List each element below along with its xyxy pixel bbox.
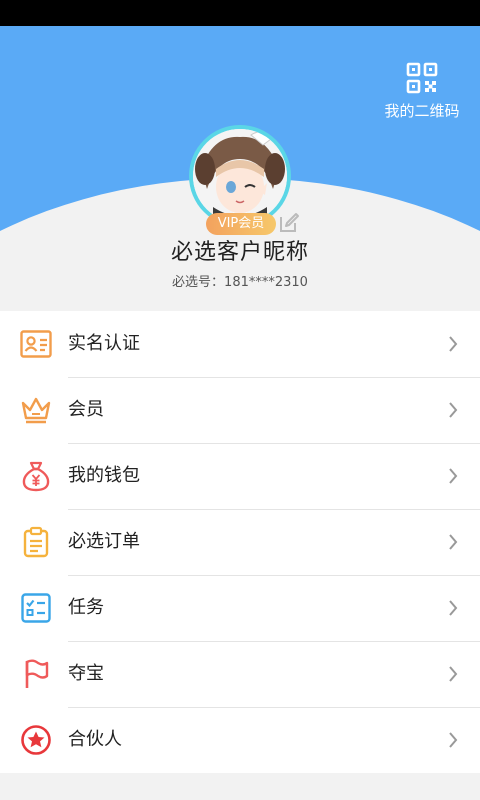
my-qr-code-button[interactable]: 我的二维码: [382, 62, 462, 121]
money-bag-icon: [22, 461, 50, 492]
menu-item-treasure-hunt[interactable]: 夺宝: [0, 641, 480, 707]
menu-item-label: 合伙人: [68, 729, 122, 750]
chevron-right-icon: [449, 600, 458, 616]
menu-item-orders[interactable]: 必选订单: [0, 509, 480, 575]
menu-item-label: 任务: [68, 597, 104, 618]
qr-code-icon: [406, 62, 438, 94]
vip-member-badge: VIP会员: [206, 213, 276, 235]
menu-item-my-wallet[interactable]: 我的钱包: [0, 443, 480, 509]
id-card-icon: [20, 330, 52, 358]
chevron-right-icon: [449, 402, 458, 418]
crown-icon: [21, 397, 51, 424]
menu-list: 实名认证 会员 我的钱包 必选订单 任务 夺宝 合伙人: [0, 311, 480, 773]
chevron-right-icon: [449, 732, 458, 748]
chevron-right-icon: [449, 468, 458, 484]
avatar-image: [193, 129, 287, 223]
star-badge-icon: [21, 725, 51, 755]
user-nickname: 必选客户昵称: [170, 240, 309, 265]
menu-item-label: 实名认证: [68, 333, 140, 354]
menu-item-label: 必选订单: [68, 531, 140, 552]
menu-item-label: 会员: [68, 399, 104, 420]
flag-icon: [25, 659, 49, 688]
edit-icon[interactable]: [278, 212, 300, 234]
menu-item-membership[interactable]: 会员: [0, 377, 480, 443]
clipboard-icon: [23, 526, 49, 558]
chevron-right-icon: [449, 534, 458, 550]
avatar[interactable]: [189, 125, 291, 227]
account-id: 必选号：181****2310: [172, 275, 308, 290]
menu-item-real-name-verification[interactable]: 实名认证: [0, 311, 480, 377]
menu-item-label: 夺宝: [68, 663, 104, 684]
status-bar: [0, 0, 480, 26]
menu-item-label: 我的钱包: [68, 465, 140, 486]
chevron-right-icon: [449, 336, 458, 352]
chevron-right-icon: [449, 666, 458, 682]
my-qr-code-label: 我的二维码: [384, 102, 460, 120]
menu-item-tasks[interactable]: 任务: [0, 575, 480, 641]
checklist-icon: [21, 593, 51, 623]
menu-item-partner[interactable]: 合伙人: [0, 707, 480, 773]
